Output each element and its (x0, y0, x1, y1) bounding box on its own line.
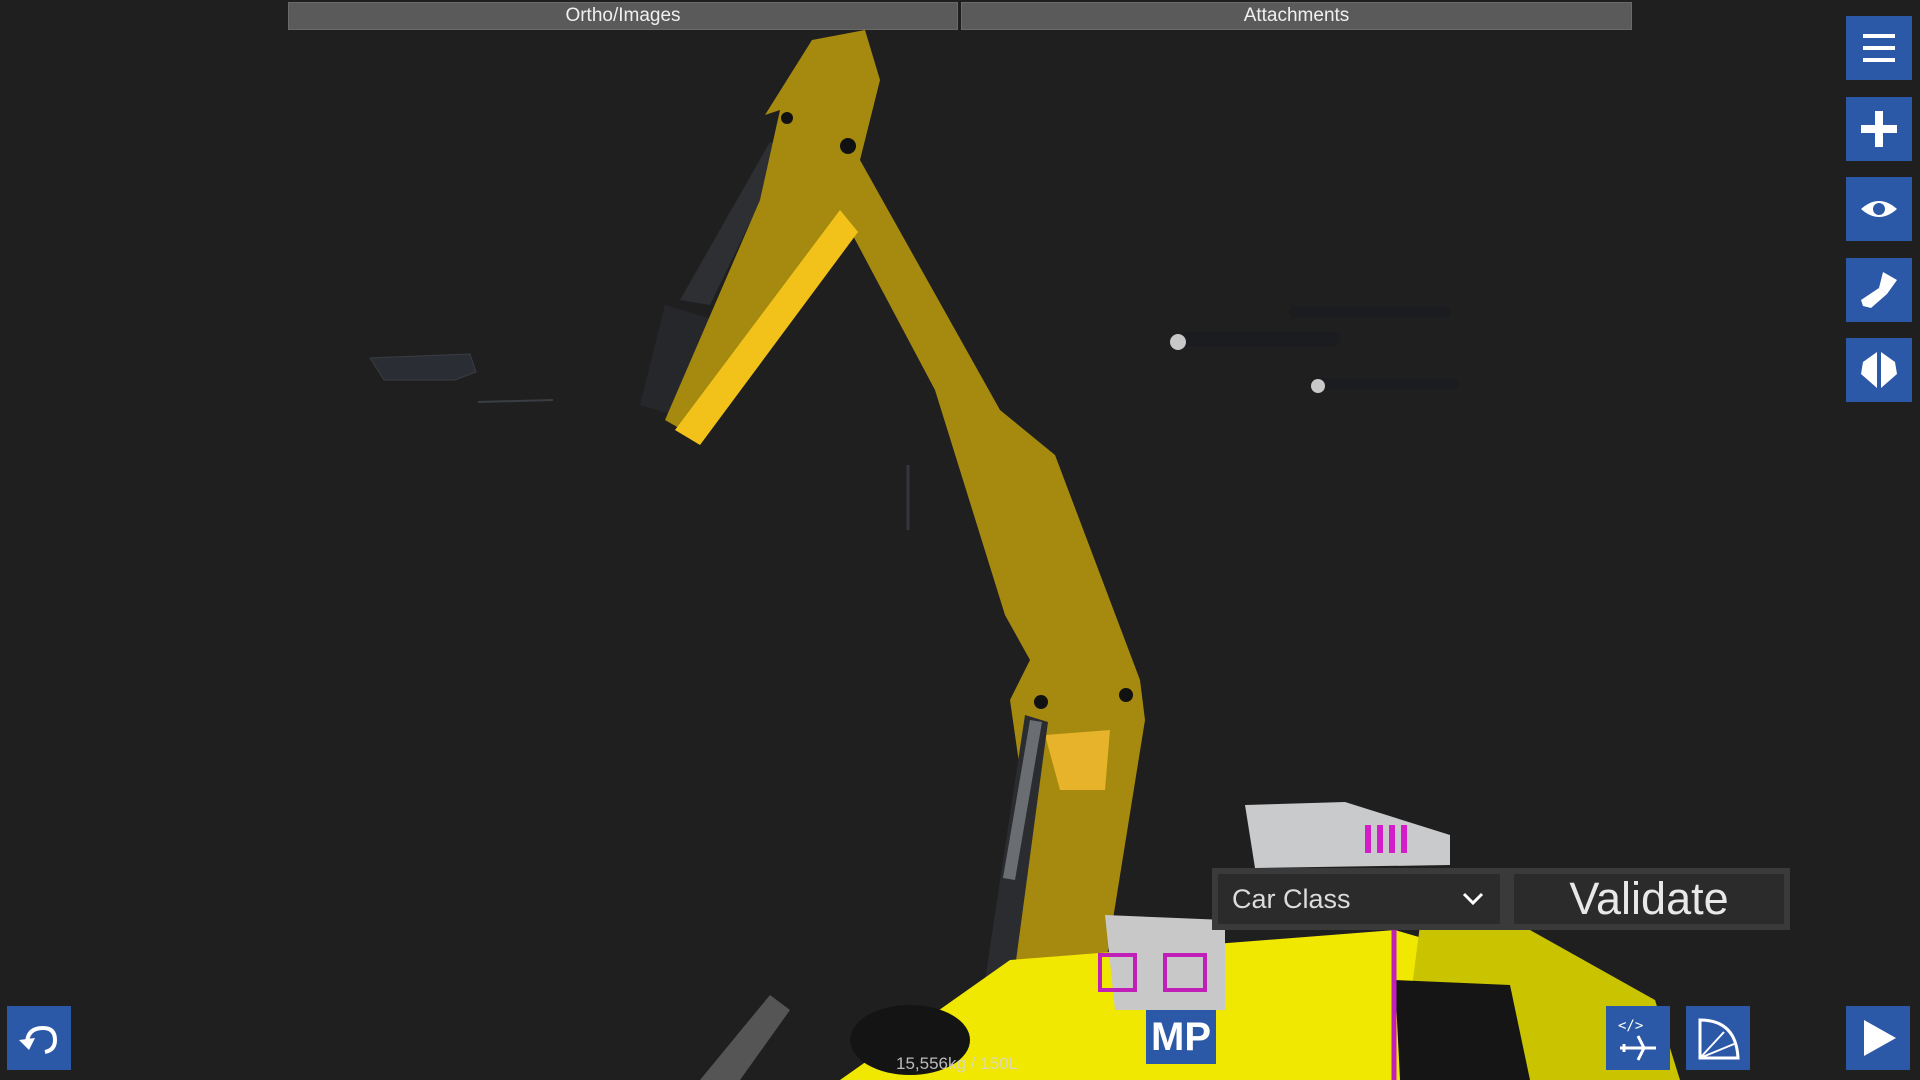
validate-button[interactable]: Validate (1514, 873, 1784, 924)
boom-pin (840, 138, 856, 154)
excavator-boom (665, 30, 1145, 1080)
class-dropdown[interactable]: Car Class (1218, 874, 1500, 924)
add-part-icon (1861, 111, 1897, 147)
mp-label: MP (1151, 1014, 1211, 1059)
paint-button[interactable] (1846, 258, 1912, 322)
symmetry-icon (1861, 352, 1897, 388)
tab-attachments[interactable]: Attachments (961, 2, 1632, 30)
loose-part (477, 399, 554, 403)
protractor-icon (1698, 1018, 1740, 1060)
paint-brush-icon (1861, 272, 1897, 308)
menu-icon (1863, 34, 1895, 62)
svg-text:</>: </> (1618, 1018, 1643, 1034)
boom-pin (781, 112, 793, 124)
play-icon (1864, 1020, 1896, 1056)
boom-pin (1034, 695, 1048, 709)
mass-readout: 15,556kg / 150L (896, 1054, 1018, 1073)
code-aircraft-icon: </> (1618, 1018, 1656, 1061)
boom-pin (1119, 688, 1133, 702)
mp-badge: MP (1146, 1010, 1216, 1064)
angle-tool-button[interactable] (1686, 1006, 1750, 1070)
menu-button[interactable] (1846, 16, 1912, 80)
loose-part (369, 353, 477, 381)
add-part-button[interactable] (1846, 97, 1912, 161)
engine-part (1245, 802, 1450, 868)
chevron-down-icon (1462, 892, 1484, 906)
class-dropdown-value: Car Class (1232, 883, 1351, 914)
grey-plate (700, 995, 790, 1080)
symmetry-button[interactable] (1846, 338, 1912, 402)
validation-panel: Car Class Validate (1212, 868, 1790, 930)
view-button[interactable] (1846, 177, 1912, 241)
undo-button[interactable] (7, 1006, 71, 1070)
play-button[interactable] (1846, 1006, 1910, 1070)
xml-aircraft-button[interactable]: </> (1606, 1006, 1670, 1070)
view-eye-icon (1861, 201, 1897, 217)
floating-cylinders (1170, 306, 1458, 393)
dark-track (1395, 980, 1530, 1080)
undo-icon (19, 1025, 58, 1054)
tab-ortho-images[interactable]: Ortho/Images (288, 2, 958, 30)
